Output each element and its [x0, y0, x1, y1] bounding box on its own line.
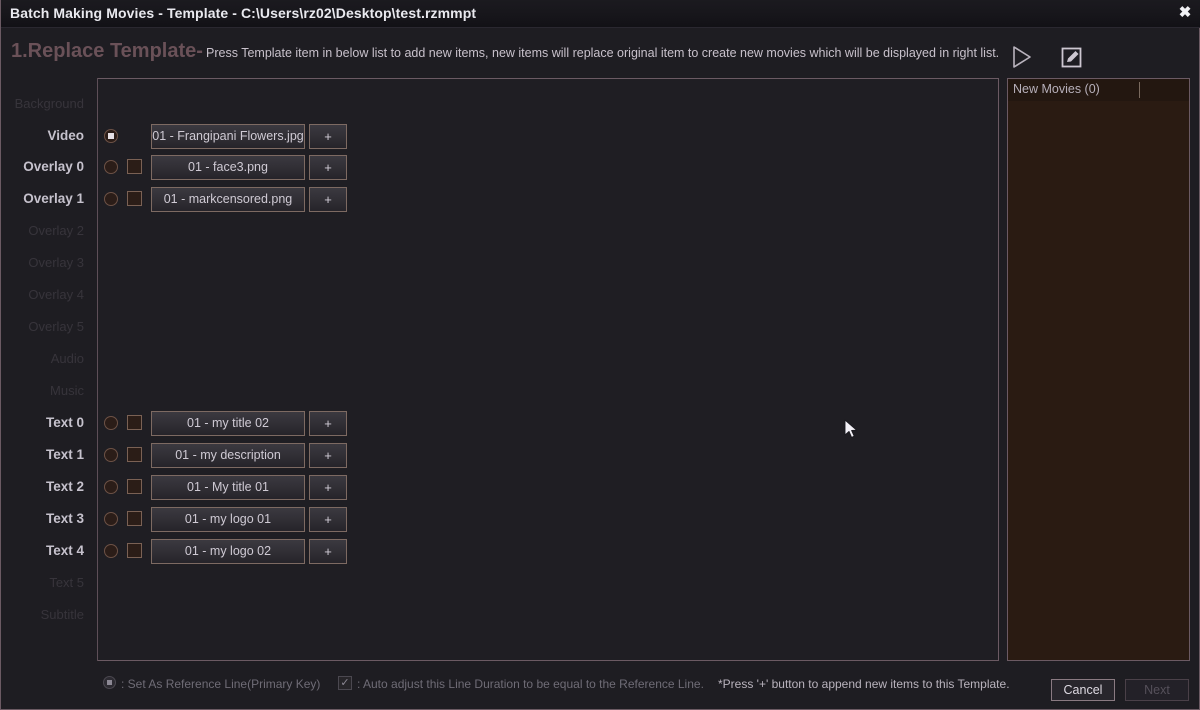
- row-label: Overlay 0: [23, 159, 84, 174]
- auto-adjust-legend-label: : Auto adjust this Line Duration to be e…: [357, 677, 704, 691]
- add-item-button[interactable]: +: [309, 475, 347, 500]
- template-row-list: Background Video 01 - Frangipani Flowers.j…: [1, 78, 999, 661]
- window-title: Batch Making Movies - Template - C:\User…: [10, 5, 477, 21]
- template-item-button[interactable]: 01 - my logo 02: [151, 539, 305, 564]
- row-label: Music: [50, 383, 84, 398]
- edit-template-icon[interactable]: [1056, 43, 1086, 71]
- row-label: Overlay 2: [28, 223, 84, 238]
- row-label: Subtitle: [40, 607, 84, 622]
- template-row[interactable]: Video 01 - Frangipani Flowers.jpg +: [1, 120, 999, 152]
- template-row: Overlay 3: [1, 247, 999, 279]
- reference-line-radio[interactable]: [104, 512, 118, 526]
- row-label: Text 4: [45, 543, 84, 558]
- new-movies-panel[interactable]: New Movies (0): [1007, 78, 1190, 661]
- reference-line-radio[interactable]: [104, 480, 118, 494]
- add-item-button[interactable]: +: [309, 124, 347, 149]
- reference-line-legend-label: : Set As Reference Line(Primary Key): [121, 677, 321, 691]
- add-item-button[interactable]: +: [309, 155, 347, 180]
- template-row[interactable]: Overlay 1 01 - markcensored.png +: [1, 183, 999, 215]
- template-item-button[interactable]: 01 - My title 01: [151, 475, 305, 500]
- template-item-button[interactable]: 01 - markcensored.png: [151, 187, 305, 212]
- template-row[interactable]: Text 1 01 - my description +: [1, 439, 999, 471]
- row-label: Text 0: [45, 415, 84, 430]
- template-row[interactable]: Text 3 01 - my logo 01 +: [1, 503, 999, 535]
- add-item-button[interactable]: +: [309, 411, 347, 436]
- add-item-button[interactable]: +: [309, 443, 347, 468]
- reference-line-radio[interactable]: [104, 160, 118, 174]
- template-row[interactable]: Text 0 01 - my title 02 +: [1, 407, 999, 439]
- row-label: Overlay 5: [28, 319, 84, 334]
- template-row: Text 5: [1, 567, 999, 599]
- reference-line-radio[interactable]: [104, 544, 118, 558]
- play-icon[interactable]: [1006, 43, 1036, 71]
- auto-adjust-checkbox[interactable]: [127, 543, 142, 558]
- row-label: Video: [47, 128, 84, 143]
- reference-line-radio[interactable]: [104, 416, 118, 430]
- next-button: Next: [1125, 679, 1189, 701]
- row-label: Audio: [50, 351, 84, 366]
- title-bar: Batch Making Movies - Template - C:\User…: [1, 0, 1200, 28]
- reference-line-radio[interactable]: [104, 129, 118, 143]
- template-row[interactable]: Overlay 0 01 - face3.png +: [1, 151, 999, 183]
- template-item-button[interactable]: 01 - Frangipani Flowers.jpg: [151, 124, 305, 149]
- cancel-button[interactable]: Cancel: [1051, 679, 1115, 701]
- close-icon[interactable]: ✖: [1173, 2, 1197, 24]
- reference-line-radio[interactable]: [104, 448, 118, 462]
- template-item-button[interactable]: 01 - my description: [151, 443, 305, 468]
- auto-adjust-checkbox[interactable]: [127, 191, 142, 206]
- new-movies-title: New Movies (0): [1013, 82, 1100, 96]
- add-item-button[interactable]: +: [309, 187, 347, 212]
- reference-line-legend-radio-icon: [103, 676, 116, 689]
- batch-making-movies-window: Batch Making Movies - Template - C:\User…: [0, 0, 1200, 710]
- row-label: Overlay 3: [28, 255, 84, 270]
- add-item-button[interactable]: +: [309, 539, 347, 564]
- template-item-button[interactable]: 01 - my logo 01: [151, 507, 305, 532]
- step-description: Press Template item in below list to add…: [206, 46, 1000, 60]
- template-row[interactable]: Text 4 01 - my logo 02 +: [1, 535, 999, 567]
- auto-adjust-checkbox[interactable]: [127, 479, 142, 494]
- append-hint-label: *Press '+' button to append new items to…: [718, 677, 1010, 691]
- template-row: Overlay 4: [1, 279, 999, 311]
- row-label: Text 5: [49, 575, 84, 590]
- template-row: Music: [1, 375, 999, 407]
- row-label: Text 3: [45, 511, 84, 526]
- auto-adjust-checkbox[interactable]: [127, 159, 142, 174]
- row-label: Overlay 1: [23, 191, 84, 206]
- template-row: Subtitle: [1, 599, 999, 631]
- template-row: Overlay 2: [1, 215, 999, 247]
- row-label: Overlay 4: [28, 287, 84, 302]
- template-item-button[interactable]: 01 - face3.png: [151, 155, 305, 180]
- auto-adjust-checkbox[interactable]: [127, 447, 142, 462]
- auto-adjust-checkbox[interactable]: [127, 415, 142, 430]
- add-item-button[interactable]: +: [309, 507, 347, 532]
- template-row: Overlay 5: [1, 311, 999, 343]
- reference-line-radio[interactable]: [104, 192, 118, 206]
- auto-adjust-checkbox[interactable]: [127, 511, 142, 526]
- row-label: Text 1: [45, 447, 84, 462]
- row-label: Background: [14, 96, 84, 111]
- auto-adjust-legend-checkbox-icon: ✓: [338, 676, 352, 690]
- page-title: 1.Replace Template-: [11, 40, 203, 62]
- new-movies-header: New Movies (0): [1008, 79, 1189, 101]
- column-separator[interactable]: [1139, 82, 1140, 98]
- template-row: Background: [1, 88, 999, 120]
- template-item-button[interactable]: 01 - my title 02: [151, 411, 305, 436]
- template-row[interactable]: Text 2 01 - My title 01 +: [1, 471, 999, 503]
- row-label: Text 2: [45, 479, 84, 494]
- template-row: Audio: [1, 343, 999, 375]
